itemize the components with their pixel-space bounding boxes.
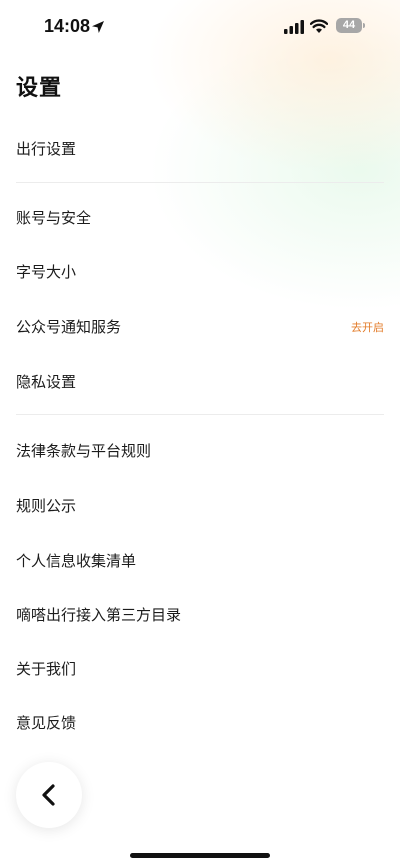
menu-item-travel-settings[interactable]: 出行设置	[0, 128, 400, 168]
menu-label: 规则公示	[16, 497, 77, 515]
location-arrow-icon	[92, 21, 104, 33]
menu-item-feedback[interactable]: 意见反馈	[0, 702, 400, 742]
menu-label: 关于我们	[16, 660, 77, 678]
menu-label: 公众号通知服务	[16, 318, 122, 336]
menu-label: 法律条款与平台规则	[16, 442, 152, 460]
status-time: 14:08	[44, 16, 91, 36]
menu-label: 隐私设置	[16, 373, 77, 391]
status-bar: 14:08 44	[0, 0, 400, 54]
menu-label: 个人信息收集清单	[16, 552, 137, 570]
menu-item-privacy-settings[interactable]: 隐私设置	[0, 361, 400, 401]
menu-item-personal-info-list[interactable]: 个人信息收集清单	[0, 540, 400, 580]
home-indicator	[130, 853, 270, 858]
battery-tip	[363, 23, 365, 28]
cellular-signal-icon	[284, 20, 304, 34]
menu-label: 账号与安全	[16, 209, 92, 227]
menu-label: 意见反馈	[16, 714, 77, 732]
wifi-icon	[310, 19, 328, 33]
menu-item-account-security[interactable]: 账号与安全	[0, 197, 400, 237]
menu-label: 出行设置	[16, 140, 77, 158]
enable-notification-link[interactable]: 去开启	[351, 319, 384, 335]
page-title: 设置	[16, 76, 63, 101]
chevron-left-icon	[42, 784, 55, 806]
menu-item-public-account-notification[interactable]: 公众号通知服务 去开启	[0, 306, 400, 346]
menu-label: 嘀嗒出行接入第三方目录	[16, 606, 182, 624]
back-button[interactable]	[16, 762, 82, 828]
menu-label: 字号大小	[16, 263, 77, 281]
menu-item-about-us[interactable]: 关于我们	[0, 648, 400, 688]
section-divider	[16, 182, 384, 183]
menu-item-third-party-directory[interactable]: 嘀嗒出行接入第三方目录	[0, 594, 400, 634]
menu-item-rules-announcement[interactable]: 规则公示	[0, 485, 400, 525]
battery-icon: 44	[336, 18, 362, 33]
section-divider	[16, 414, 384, 415]
menu-item-legal-terms[interactable]: 法律条款与平台规则	[0, 430, 400, 470]
menu-item-font-size[interactable]: 字号大小	[0, 251, 400, 291]
